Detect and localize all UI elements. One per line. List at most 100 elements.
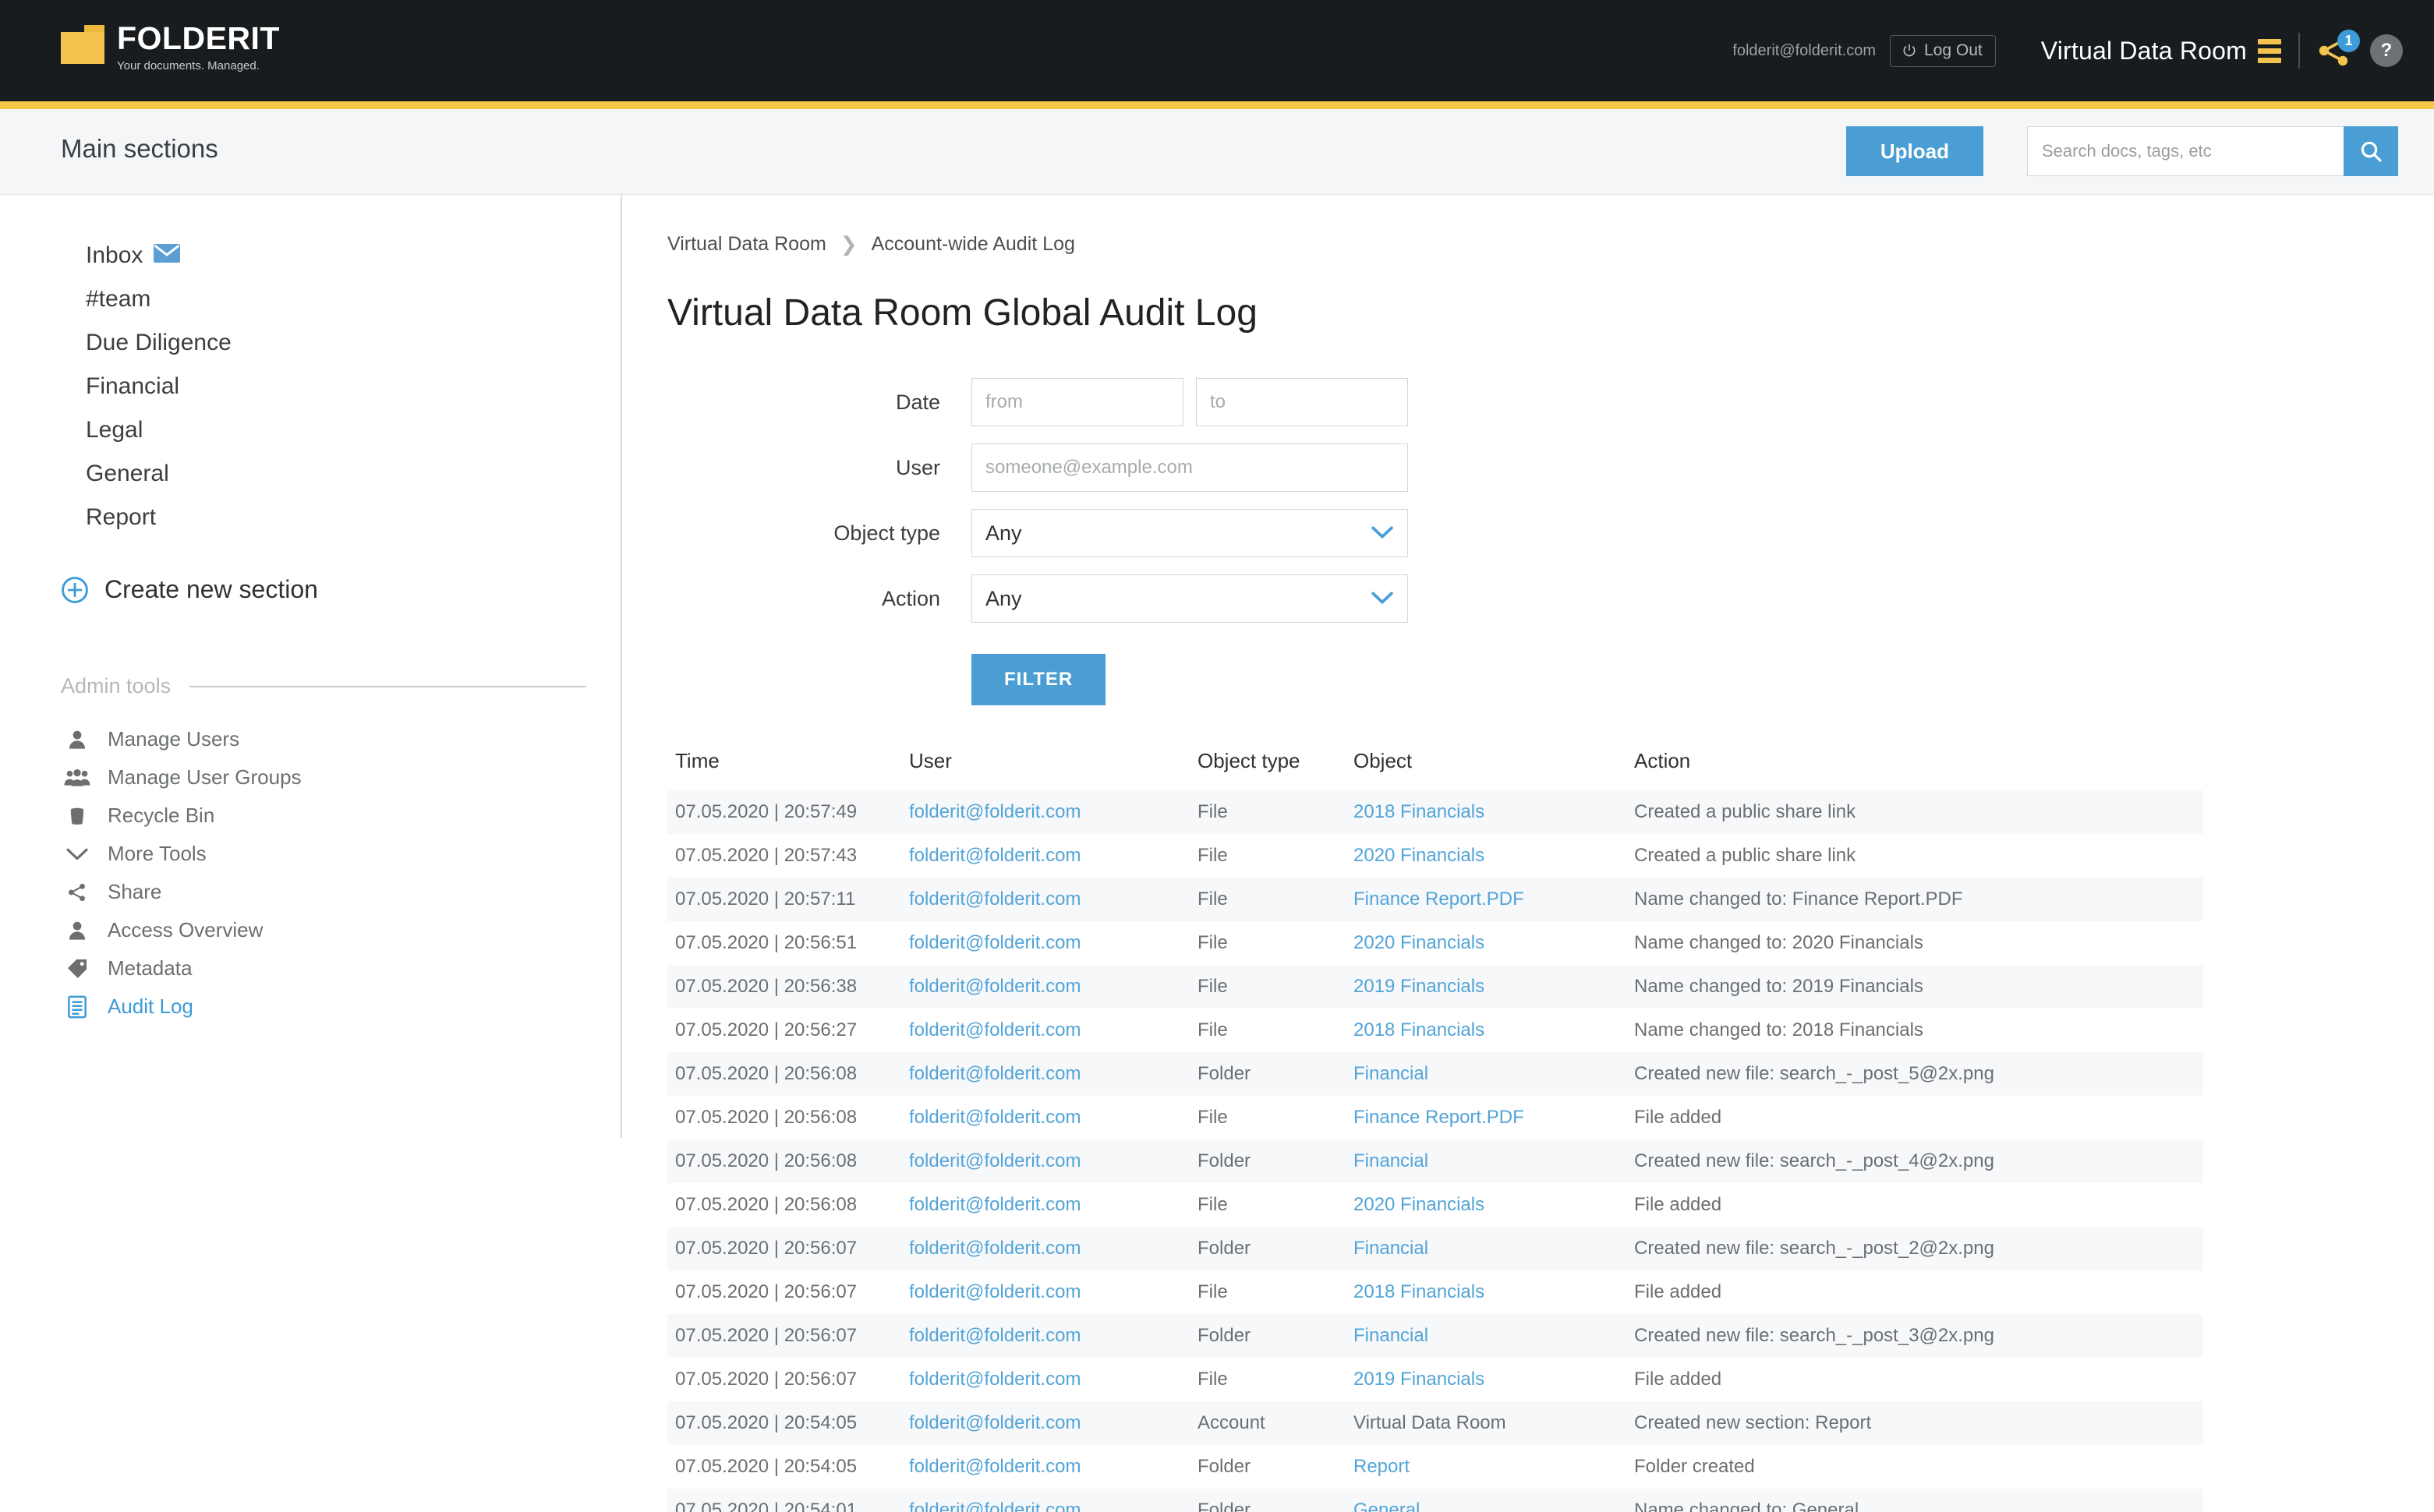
- cell-object-value[interactable]: 2018 Financials: [1353, 1281, 1484, 1302]
- filter-button[interactable]: FILTER: [971, 654, 1106, 705]
- sidebar-item-audit-log[interactable]: Audit Log: [0, 987, 621, 1026]
- cell-user-value[interactable]: folderit@folderit.com: [909, 1107, 1081, 1128]
- sidebar-item-team[interactable]: #team: [0, 277, 621, 321]
- cell-user[interactable]: folderit@folderit.com: [901, 1489, 1190, 1512]
- cell-user-value[interactable]: folderit@folderit.com: [909, 888, 1081, 910]
- cell-object-value[interactable]: 2018 Financials: [1353, 1019, 1484, 1040]
- cell-object[interactable]: 2020 Financials: [1346, 921, 1626, 965]
- cell-object-value[interactable]: Financial: [1353, 1063, 1428, 1084]
- cell-user[interactable]: folderit@folderit.com: [901, 1052, 1190, 1096]
- sidebar-item-general[interactable]: General: [0, 452, 621, 496]
- sidebar-item-due-diligence[interactable]: Due Diligence: [0, 321, 621, 365]
- cell-user-value[interactable]: folderit@folderit.com: [909, 1019, 1081, 1040]
- cell-object-type-value: Account: [1198, 1412, 1265, 1433]
- cell-user-value[interactable]: folderit@folderit.com: [909, 1325, 1081, 1346]
- cell-user[interactable]: folderit@folderit.com: [901, 878, 1190, 921]
- cell-object-value[interactable]: 2019 Financials: [1353, 1369, 1484, 1390]
- cell-object[interactable]: 2019 Financials: [1346, 1358, 1626, 1401]
- sidebar-item-legal[interactable]: Legal: [0, 408, 621, 452]
- cell-object-value[interactable]: Financial: [1353, 1325, 1428, 1346]
- sidebar-item-share[interactable]: Share: [0, 873, 621, 911]
- cell-object[interactable]: 2020 Financials: [1346, 1183, 1626, 1227]
- cell-object-value[interactable]: Financial: [1353, 1150, 1428, 1171]
- cell-object[interactable]: Report: [1346, 1445, 1626, 1489]
- cell-user[interactable]: folderit@folderit.com: [901, 834, 1190, 878]
- cell-object[interactable]: 2018 Financials: [1346, 1009, 1626, 1052]
- breadcrumb-item-root[interactable]: Virtual Data Room: [667, 233, 826, 256]
- cell-object[interactable]: Financial: [1346, 1139, 1626, 1183]
- sidebar-item-manage-users[interactable]: Manage Users: [0, 720, 621, 758]
- help-button[interactable]: ?: [2370, 34, 2403, 67]
- cell-object-value[interactable]: Finance Report.PDF: [1353, 888, 1524, 910]
- cell-object-value[interactable]: 2019 Financials: [1353, 976, 1484, 997]
- cell-time: 07.05.2020 | 20:56:08: [667, 1096, 901, 1139]
- cell-object-value[interactable]: General: [1353, 1500, 1420, 1512]
- cell-user-value[interactable]: folderit@folderit.com: [909, 1456, 1081, 1477]
- cell-user-value[interactable]: folderit@folderit.com: [909, 1281, 1081, 1302]
- hamburger-menu-icon[interactable]: [2258, 38, 2281, 63]
- sidebar-item-more-tools[interactable]: More Tools: [0, 835, 621, 873]
- cell-user-value[interactable]: folderit@folderit.com: [909, 1500, 1081, 1512]
- sidebar-item-financial[interactable]: Financial: [0, 365, 621, 408]
- cell-object-value[interactable]: Finance Report.PDF: [1353, 1107, 1524, 1128]
- cell-user-value[interactable]: folderit@folderit.com: [909, 1238, 1081, 1259]
- sidebar-item-access-overview[interactable]: Access Overview: [0, 911, 621, 949]
- cell-user-value[interactable]: folderit@folderit.com: [909, 932, 1081, 953]
- cell-user-value[interactable]: folderit@folderit.com: [909, 801, 1081, 822]
- cell-object[interactable]: Finance Report.PDF: [1346, 878, 1626, 921]
- search-input[interactable]: [2027, 126, 2344, 176]
- cell-user[interactable]: folderit@folderit.com: [901, 1227, 1190, 1270]
- sidebar-item-recycle-bin[interactable]: Recycle Bin: [0, 797, 621, 835]
- cell-user[interactable]: folderit@folderit.com: [901, 1139, 1190, 1183]
- share-button[interactable]: 1: [2315, 30, 2360, 69]
- action-select[interactable]: Any: [971, 574, 1408, 623]
- cell-object[interactable]: 2018 Financials: [1346, 1270, 1626, 1314]
- cell-object-value[interactable]: 2018 Financials: [1353, 801, 1484, 822]
- cell-user[interactable]: folderit@folderit.com: [901, 1445, 1190, 1489]
- search-button[interactable]: [2344, 126, 2398, 176]
- cell-user-value[interactable]: folderit@folderit.com: [909, 845, 1081, 866]
- date-to-input[interactable]: [1196, 378, 1408, 426]
- cell-object[interactable]: Financial: [1346, 1227, 1626, 1270]
- logout-button[interactable]: Log Out: [1890, 34, 1996, 67]
- user-filter-input[interactable]: [971, 443, 1408, 492]
- cell-object[interactable]: Financial: [1346, 1314, 1626, 1358]
- cell-user-value[interactable]: folderit@folderit.com: [909, 1412, 1081, 1433]
- sidebar-item-metadata[interactable]: Metadata: [0, 949, 621, 987]
- cell-object-value[interactable]: 2020 Financials: [1353, 1194, 1484, 1215]
- cell-object[interactable]: Finance Report.PDF: [1346, 1096, 1626, 1139]
- sidebar-item-report[interactable]: Report: [0, 496, 621, 539]
- cell-object-value[interactable]: Report: [1353, 1456, 1410, 1477]
- cell-object[interactable]: Financial: [1346, 1052, 1626, 1096]
- cell-user[interactable]: folderit@folderit.com: [901, 1096, 1190, 1139]
- cell-user[interactable]: folderit@folderit.com: [901, 1270, 1190, 1314]
- cell-object[interactable]: General: [1346, 1489, 1626, 1512]
- cell-user[interactable]: folderit@folderit.com: [901, 921, 1190, 965]
- cell-user[interactable]: folderit@folderit.com: [901, 1009, 1190, 1052]
- cell-user-value[interactable]: folderit@folderit.com: [909, 1194, 1081, 1215]
- object-type-select[interactable]: Any: [971, 509, 1408, 557]
- cell-object[interactable]: 2018 Financials: [1346, 790, 1626, 834]
- brand-logo[interactable]: FOLDERIT Your documents. Managed.: [61, 20, 280, 74]
- cell-user[interactable]: folderit@folderit.com: [901, 1314, 1190, 1358]
- cell-user-value[interactable]: folderit@folderit.com: [909, 1150, 1081, 1171]
- sidebar-item-manage-user-groups[interactable]: Manage User Groups: [0, 758, 621, 797]
- cell-user[interactable]: folderit@folderit.com: [901, 1183, 1190, 1227]
- upload-button[interactable]: Upload: [1845, 126, 1983, 176]
- cell-user-value[interactable]: folderit@folderit.com: [909, 1063, 1081, 1084]
- create-new-section-button[interactable]: Create new section: [0, 575, 621, 604]
- date-from-input[interactable]: [971, 378, 1183, 426]
- cell-user-value[interactable]: folderit@folderit.com: [909, 976, 1081, 997]
- cell-object-value[interactable]: Financial: [1353, 1238, 1428, 1259]
- cell-object-value[interactable]: 2020 Financials: [1353, 932, 1484, 953]
- cell-object[interactable]: 2019 Financials: [1346, 965, 1626, 1009]
- cell-object[interactable]: 2020 Financials: [1346, 834, 1626, 878]
- cell-object-value[interactable]: 2020 Financials: [1353, 845, 1484, 866]
- sidebar-item-inbox[interactable]: Inbox: [0, 234, 621, 277]
- cell-user-value[interactable]: folderit@folderit.com: [909, 1369, 1081, 1390]
- cell-user[interactable]: folderit@folderit.com: [901, 1401, 1190, 1445]
- cell-user[interactable]: folderit@folderit.com: [901, 790, 1190, 834]
- cell-user[interactable]: folderit@folderit.com: [901, 965, 1190, 1009]
- cell-user[interactable]: folderit@folderit.com: [901, 1358, 1190, 1401]
- main-sections-heading: Main sections: [61, 134, 218, 163]
